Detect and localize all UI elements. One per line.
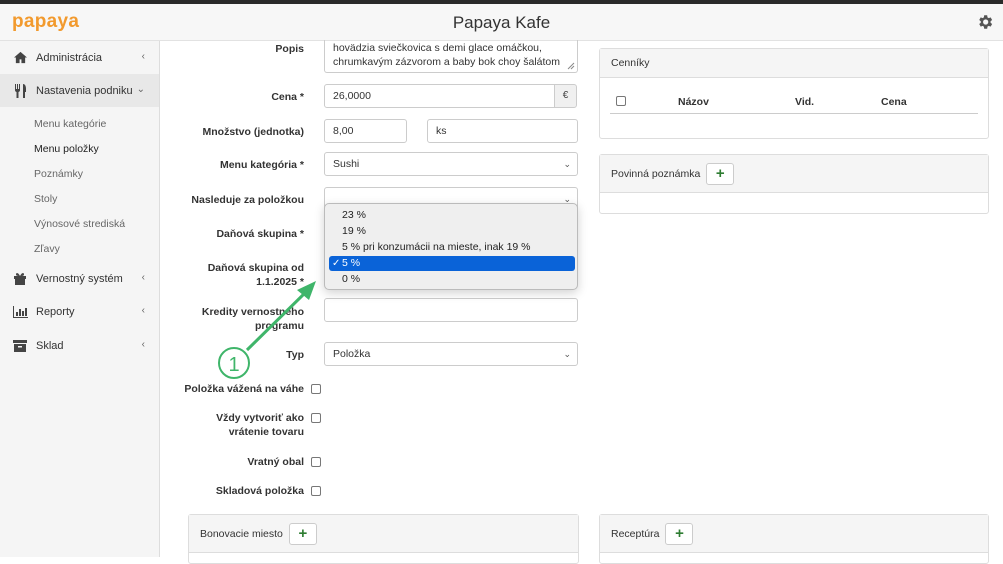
dropdown-option-5-mixed[interactable]: 5 % pri konzumácii na mieste, inak 19 % [329,240,575,255]
column-header-cena[interactable]: Cena [881,96,907,108]
kredity-input[interactable] [324,298,578,322]
cutlery-icon [12,83,28,98]
dropdown-option-label: 5 % [342,257,361,269]
column-header-vid[interactable]: Vid. [795,96,814,108]
checkmark-icon: ✓ [332,258,341,269]
sidebar-item-label: Reporty [36,305,75,318]
add-bonovacie-button[interactable]: + [288,522,317,545]
mnozstvo-input[interactable]: 8,00 [324,119,407,143]
skladova-label: Skladová položka [215,485,304,497]
dropdown-option-23[interactable]: 23 % [329,208,575,223]
povinna-poznamka-header: Povinná poznámka + [600,155,988,193]
popis-line-2: chrumkavým zázvorom a baby bok choy šalá… [333,56,561,68]
jednotka-input[interactable]: ks [427,119,578,143]
plus-icon: + [675,525,684,542]
sidebar-item-nastavenia-podniku[interactable]: Nastavenia podniku ⌄ [0,74,159,107]
receptura-title: Receptúra [611,527,660,540]
receptura-header: Receptúra + [600,515,988,553]
app-header: papaya Papaya Kafe [0,4,1003,41]
danova-od-line-2: 1.1.2025 * [256,276,304,288]
add-receptura-button[interactable]: + [665,522,694,545]
cenniky-panel: Cenníky Názov Vid. Cena [599,48,989,139]
kredity-line-1: Kredity vernostného [201,306,304,318]
sidebar-item-label: Administrácia [36,51,103,64]
sidebar-sub-menu-polozky[interactable]: Menu položky [34,143,99,155]
cena-input[interactable]: 26,0000 [324,84,555,108]
cena-label: Cena * [271,91,304,103]
vratenie-label: Vždy vytvoriť ako vrátenie tovaru [190,411,304,439]
popis-textarea[interactable]: hovädzia sviečkovica s demi glace omáčko… [324,40,578,73]
chevron-down-icon: ⌄ [563,349,571,359]
vazena-label: Položka vážená na váhe [184,383,304,395]
sidebar: Administrácia ‹ Nastavenia podniku ⌄ Men… [0,41,160,557]
vratenie-line-2: vrátenie tovaru [228,426,304,438]
dropdown-option-0[interactable]: 0 % [329,272,575,287]
sidebar-item-vernostny-system[interactable]: Vernostný systém ‹ [0,262,159,295]
vazena-checkbox[interactable] [311,384,321,394]
cenniky-title: Cenníky [600,49,988,78]
popis-line-1: hovädzia sviečkovica s demi glace omáčko… [333,42,542,54]
plus-icon: + [298,525,308,542]
vratenie-line-1: Vždy vytvoriť ako [216,412,304,424]
mnozstvo-label: Množstvo (jednotka) [202,126,305,138]
vratny-obal-label: Vratný obal [247,456,304,468]
dropdown-option-5[interactable]: ✓ 5 % [329,256,575,271]
typ-select[interactable]: Položka ⌄ [324,342,578,366]
archive-box-icon [12,339,28,353]
chevron-down-icon: ⌄ [136,84,145,95]
sidebar-item-label: Vernostný systém [36,272,123,285]
chevron-left-icon: ‹ [141,51,145,62]
menu-kategoria-label: Menu kategória * [219,159,304,171]
sidebar-item-label: Sklad [36,339,64,352]
sidebar-item-label: Nastavenia podniku [36,84,133,97]
danova-skupina-dropdown: 23 % 19 % 5 % pri konzumácii na mieste, … [324,203,578,290]
resize-handle-icon[interactable] [567,62,575,70]
sidebar-item-sklad[interactable]: Sklad ‹ [0,329,159,362]
nasleduje-label: Nasleduje za položkou [191,194,304,206]
chevron-left-icon: ‹ [141,305,145,316]
bar-chart-icon [12,305,28,319]
sidebar-sub-stoly[interactable]: Stoly [34,193,57,205]
sidebar-item-administracia[interactable]: Administrácia ‹ [0,41,159,74]
menu-kategoria-select[interactable]: Sushi ⌄ [324,152,578,176]
sidebar-sub-menu-kategorie[interactable]: Menu kategórie [34,118,106,130]
sidebar-sub-poznamky[interactable]: Poznámky [34,168,83,180]
danova-od-line-1: Daňová skupina od [207,262,304,274]
sidebar-sub-zlavy[interactable]: Zľavy [34,243,60,255]
table-divider [610,113,978,114]
app-title: Papaya Kafe [452,13,551,32]
vratenie-checkbox[interactable] [311,413,321,423]
typ-label: Typ [286,349,304,361]
danova-skupina-label: Daňová skupina * [216,228,304,240]
home-icon [12,51,28,65]
kredity-line-2: programu [254,320,304,332]
plus-icon: + [715,165,725,182]
cenniky-select-all-checkbox[interactable] [616,96,626,106]
chevron-left-icon: ‹ [141,272,145,283]
popis-label: Popis [275,43,304,55]
gear-icon[interactable] [976,13,994,31]
currency-addon: € [554,84,577,108]
sidebar-sub-vynosove-strediska[interactable]: Výnosové strediská [34,218,125,230]
menu-kategoria-value: Sushi [333,158,360,170]
chevron-down-icon: ⌄ [563,159,571,169]
column-header-nazov[interactable]: Názov [678,96,709,108]
vratny-obal-checkbox[interactable] [311,457,321,467]
chevron-left-icon: ‹ [141,339,145,350]
povinna-poznamka-title: Povinná poznámka [611,167,701,180]
gift-icon [12,272,28,286]
skladova-checkbox[interactable] [311,486,321,496]
add-poznamka-button[interactable]: + [706,162,735,185]
bonovacie-miesto-title: Bonovacie miesto [200,527,283,540]
kredity-label: Kredity vernostného programu [190,305,304,333]
typ-value: Položka [333,348,371,360]
bonovacie-miesto-header: Bonovacie miesto + [189,515,578,553]
danova-skupina-od-label: Daňová skupina od 1.1.2025 * [190,261,304,289]
dropdown-option-19[interactable]: 19 % [329,224,575,239]
sidebar-item-reporty[interactable]: Reporty ‹ [0,295,159,328]
povinna-poznamka-panel: Povinná poznámka + [599,154,989,214]
